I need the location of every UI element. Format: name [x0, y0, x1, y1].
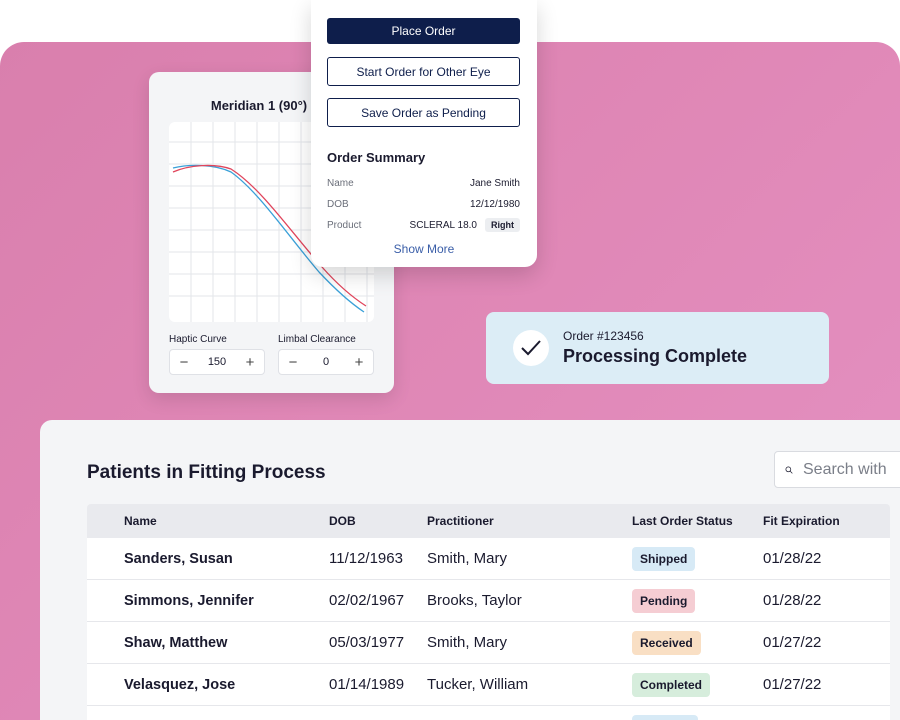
column-header-dob[interactable]: DOB [329, 514, 356, 528]
limbal-clearance-value: 0 [322, 356, 330, 368]
start-order-other-eye-button[interactable]: Start Order for Other Eye [327, 57, 520, 86]
fit-expiration: 01/27/22 [763, 634, 822, 651]
table-header: Name DOB Practitioner Last Order Status … [87, 504, 890, 538]
patient-dob: 01/14/1989 [329, 676, 405, 693]
status-message: Processing Complete [563, 346, 748, 366]
status-badge: Shipped [632, 547, 696, 571]
haptic-curve-label: Haptic Curve [169, 334, 227, 345]
order-popup: Place Order Start Order for Other Eye Sa… [311, 0, 537, 267]
practitioner: Smith, Mary [427, 634, 508, 651]
search-box[interactable] [774, 451, 900, 488]
table-row[interactable] [87, 706, 890, 720]
summary-key: Name [327, 177, 354, 189]
fit-expiration: 01/27/22 [763, 676, 822, 693]
practitioner: Brooks, Taylor [427, 592, 522, 609]
summary-value: 12/12/1980 [469, 198, 520, 210]
summary-row-name: Name Jane Smith [327, 175, 520, 191]
table-row[interactable]: Simmons, Jennifer 02/02/1967 Brooks, Tay… [87, 580, 890, 622]
search-input[interactable] [803, 460, 900, 479]
order-number: Order #123456 [563, 329, 644, 343]
fit-expiration: 01/28/22 [763, 550, 822, 567]
patient-name: Sanders, Susan [124, 551, 233, 567]
haptic-curve-stepper[interactable]: − 150 + [169, 349, 265, 375]
show-more-link[interactable]: Show More [311, 242, 537, 256]
patient-dob: 05/03/1977 [329, 634, 405, 651]
patient-dob: 02/02/1967 [329, 592, 405, 609]
patient-name: Velasquez, Jose [124, 677, 236, 693]
haptic-curve-value: 150 [207, 356, 227, 368]
practitioner: Smith, Mary [427, 550, 508, 567]
patient-name: Simmons, Jennifer [124, 593, 254, 609]
order-summary-title: Order Summary [327, 150, 426, 165]
limbal-clearance-stepper[interactable]: − 0 + [278, 349, 374, 375]
checkmark-icon [513, 330, 549, 366]
summary-value-product: SCLERAL 18.0 Right [410, 218, 520, 232]
table-row[interactable]: Velasquez, Jose 01/14/1989 Tucker, Willi… [87, 664, 890, 706]
practitioner: Tucker, William [427, 676, 529, 693]
summary-key: DOB [327, 198, 349, 210]
status-badge [632, 715, 698, 720]
summary-row-dob: DOB 12/12/1980 [327, 196, 520, 212]
save-order-pending-button[interactable]: Save Order as Pending [327, 98, 520, 127]
eye-side-badge: Right [485, 218, 520, 232]
column-header-expiration[interactable]: Fit Expiration [763, 514, 840, 528]
column-header-practitioner[interactable]: Practitioner [427, 514, 494, 528]
summary-key: Product [327, 219, 362, 231]
processing-status-banner: Order #123456 Processing Complete [486, 312, 829, 384]
patient-dob: 11/12/1963 [329, 550, 403, 567]
search-icon [785, 466, 793, 474]
summary-value: Jane Smith [469, 177, 520, 189]
fit-expiration: 01/28/22 [763, 592, 822, 609]
place-order-button[interactable]: Place Order [327, 18, 520, 44]
limbal-decrement-button[interactable]: − [286, 355, 300, 370]
column-header-name[interactable]: Name [124, 514, 157, 528]
panel-title: Patients in Fitting Process [87, 462, 326, 483]
haptic-increment-button[interactable]: + [243, 355, 257, 370]
limbal-increment-button[interactable]: + [352, 355, 366, 370]
patients-panel: Patients in Fitting Process Name DOB Pra… [40, 420, 900, 720]
status-badge: Received [632, 631, 701, 655]
table-row[interactable]: Sanders, Susan 11/12/1963 Smith, Mary Sh… [87, 538, 890, 580]
patient-name: Shaw, Matthew [124, 635, 228, 651]
column-header-status[interactable]: Last Order Status [632, 514, 733, 528]
status-badge: Pending [632, 589, 696, 613]
limbal-clearance-label: Limbal Clearance [278, 334, 356, 345]
status-badge: Completed [632, 673, 711, 697]
product-name: SCLERAL 18.0 [409, 219, 477, 231]
summary-row-product: Product SCLERAL 18.0 Right [327, 217, 520, 233]
table-row[interactable]: Shaw, Matthew 05/03/1977 Smith, Mary Rec… [87, 622, 890, 664]
haptic-decrement-button[interactable]: − [177, 355, 191, 370]
